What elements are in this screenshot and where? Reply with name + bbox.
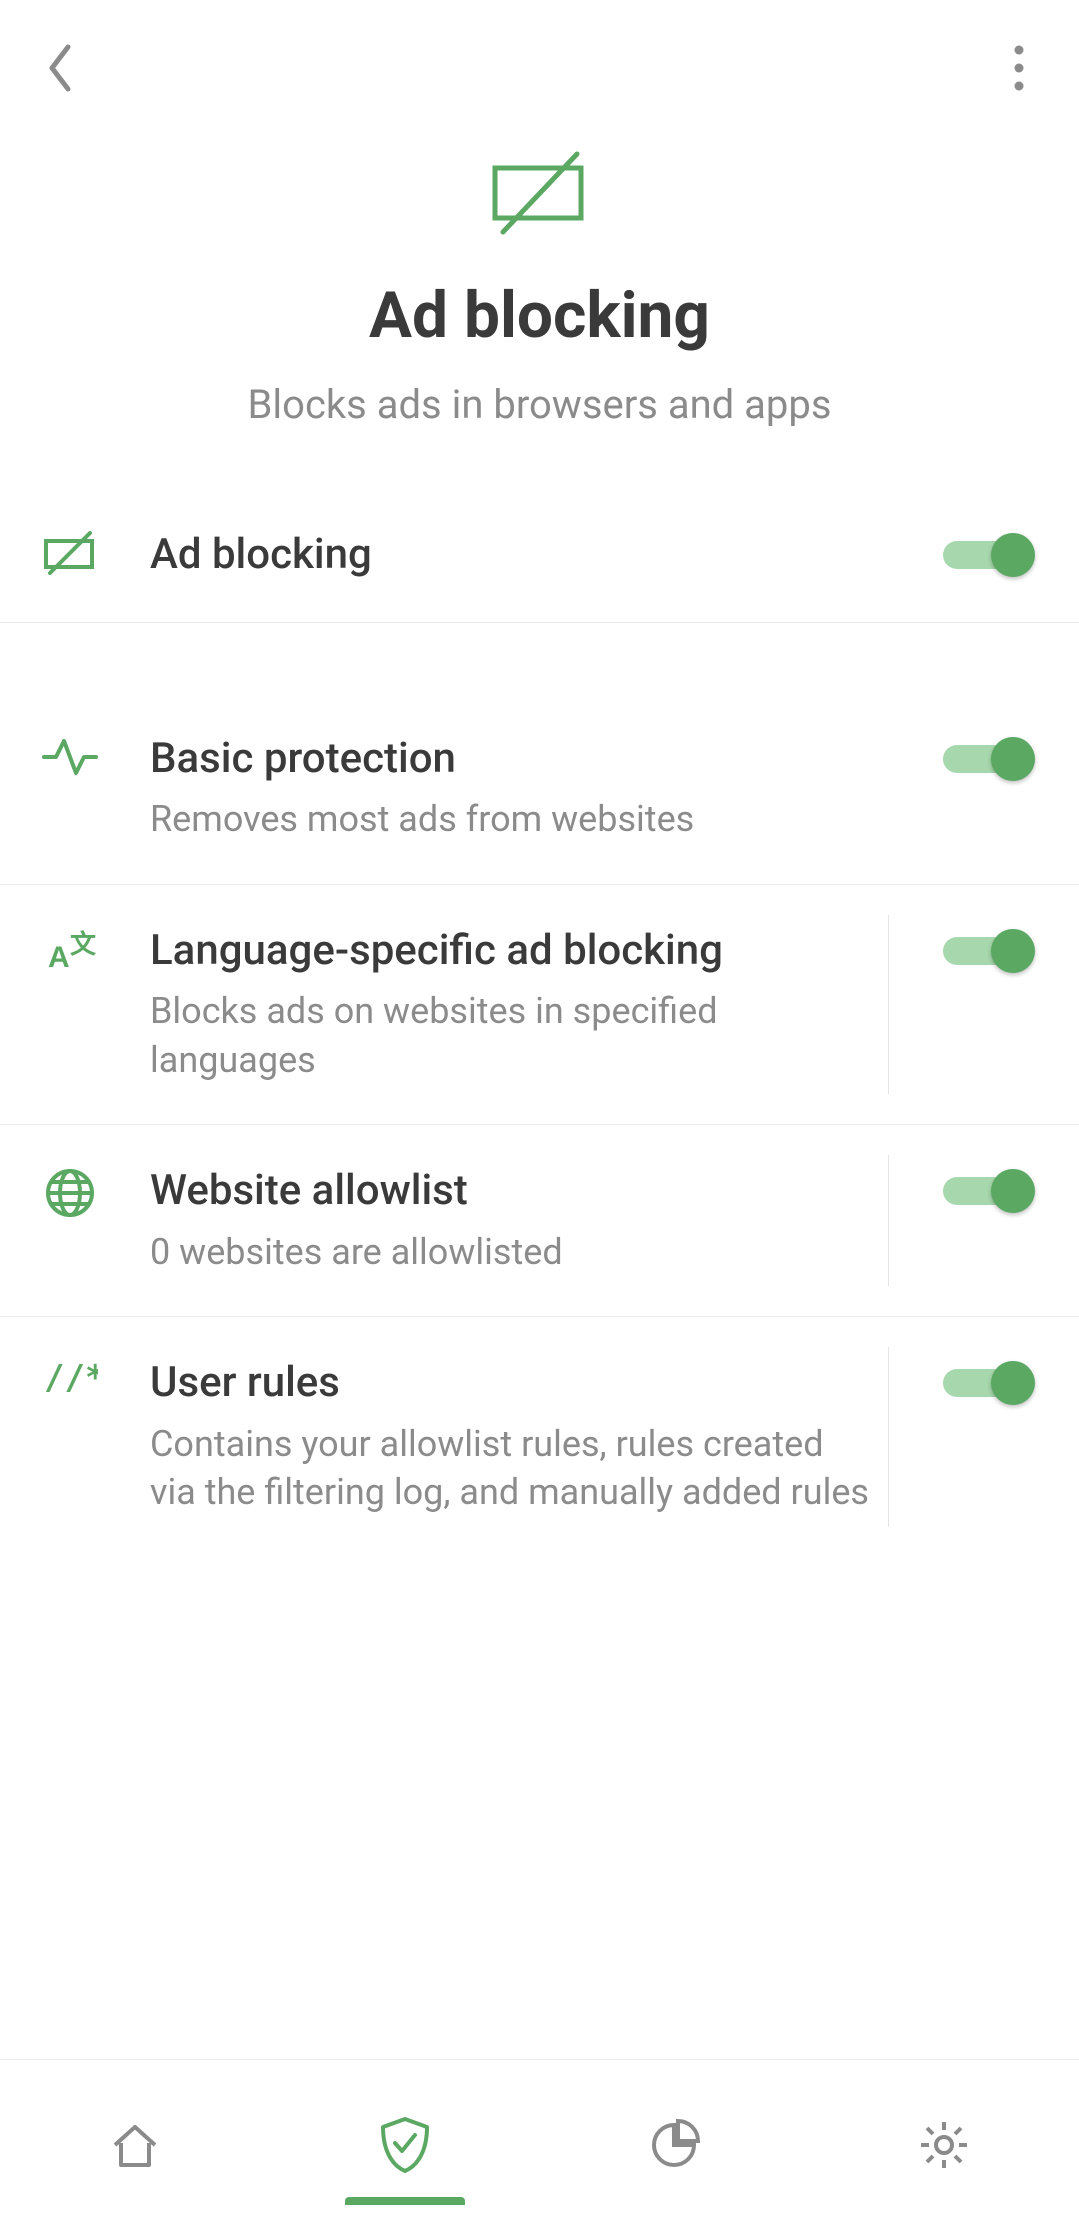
nav-stats[interactable] <box>614 2085 734 2205</box>
more-vertical-icon <box>1014 43 1024 93</box>
row-title: Language-specific ad blocking <box>150 925 913 978</box>
row-title: Basic protection <box>150 733 913 786</box>
svg-text:文: 文 <box>70 929 97 959</box>
toggle-website-allowlist[interactable] <box>943 1169 1035 1213</box>
shield-check-icon <box>377 2115 433 2175</box>
nav-settings[interactable] <box>884 2085 1004 2205</box>
adblock-icon <box>485 148 595 238</box>
svg-text:A: A <box>48 941 70 974</box>
bottom-nav <box>0 2059 1079 2229</box>
home-icon <box>109 2119 161 2171</box>
toggle-user-rules[interactable] <box>943 1361 1035 1405</box>
nav-protection[interactable] <box>345 2085 465 2205</box>
globe-icon <box>40 1165 100 1219</box>
row-subtitle: Contains your allowlist rules, rules cre… <box>150 1420 870 1517</box>
toggle-language-specific[interactable] <box>943 929 1035 973</box>
gear-icon <box>917 2118 971 2172</box>
translate-icon: A 文 <box>40 925 100 975</box>
toggle-ad-blocking[interactable] <box>943 533 1035 577</box>
nav-active-indicator <box>345 2197 465 2205</box>
page-subtitle: Blocks ads in browsers and apps <box>248 381 832 428</box>
activity-icon <box>40 733 100 779</box>
pie-chart-icon <box>648 2119 700 2171</box>
row-subtitle: 0 websites are allowlisted <box>150 1228 870 1277</box>
svg-text://*: //* <box>44 1359 98 1398</box>
row-language-specific[interactable]: A 文 Language-specific ad blocking Blocks… <box>0 884 1079 1125</box>
toggle-basic-protection[interactable] <box>943 737 1035 781</box>
topbar <box>0 8 1079 128</box>
row-title: User rules <box>150 1357 913 1410</box>
row-title: Website allowlist <box>150 1165 913 1218</box>
page-title: Ad blocking <box>369 278 710 353</box>
code-icon: //* <box>40 1357 100 1399</box>
row-ad-blocking[interactable]: Ad blocking <box>0 488 1079 622</box>
chevron-left-icon <box>46 43 74 93</box>
row-title: Ad blocking <box>150 529 913 582</box>
row-user-rules[interactable]: //* User rules Contains your allowlist r… <box>0 1316 1079 1557</box>
row-website-allowlist[interactable]: Website allowlist 0 websites are allowli… <box>0 1124 1079 1316</box>
row-subtitle: Removes most ads from websites <box>150 795 870 844</box>
row-basic-protection[interactable]: Basic protection Removes most ads from w… <box>0 692 1079 884</box>
adblock-icon <box>40 529 100 575</box>
settings-list: Ad blocking Basic protection Removes mos… <box>0 488 1079 2059</box>
back-button[interactable] <box>36 44 84 92</box>
more-button[interactable] <box>995 44 1043 92</box>
hero: Ad blocking Blocks ads in browsers and a… <box>0 128 1079 488</box>
row-subtitle: Blocks ads on websites in specified lang… <box>150 987 870 1084</box>
nav-home[interactable] <box>75 2085 195 2205</box>
